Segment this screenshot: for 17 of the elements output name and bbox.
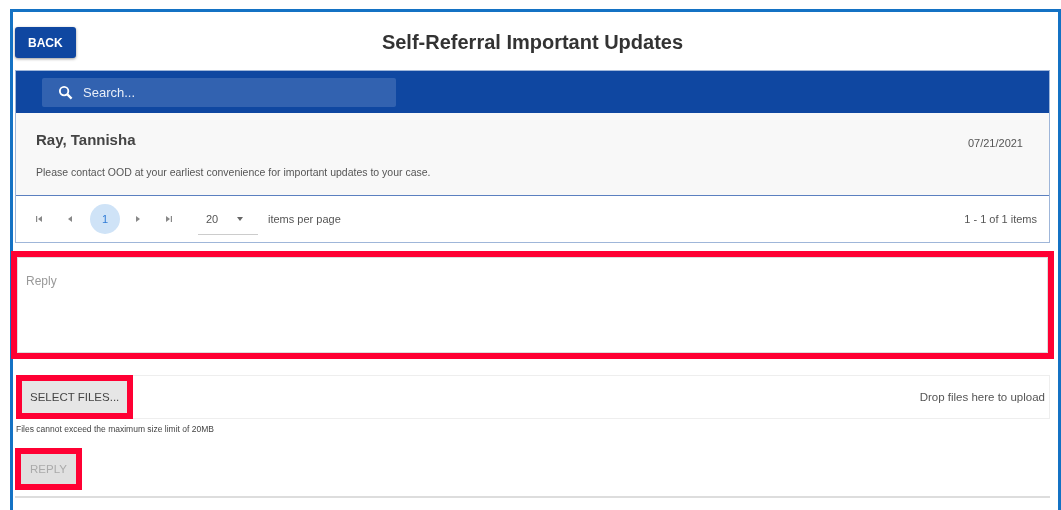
caret-icon — [236, 215, 245, 222]
file-size-note: Files cannot exceed the maximum size limit of 20MB — [16, 424, 215, 434]
page-size-dropdown[interactable]: 20 — [198, 209, 258, 235]
select-files-button[interactable]: SELECT FILES... — [22, 381, 128, 413]
back-button[interactable]: BACK — [15, 27, 76, 58]
page-title: Self-Referral Important Updates — [381, 30, 684, 53]
page-size-label: items per page — [268, 213, 341, 225]
message-item[interactable]: Ray, Tannisha 07/21/2021 Please contact OOD at your earliest convenience for important updates to your case. — [16, 113, 1049, 196]
upload-zone[interactable]: SELECT FILES... Drop files here to upload — [17, 375, 1050, 419]
message-date: 07/21/2021 — [967, 137, 1023, 149]
reply-field[interactable]: Reply — [17, 257, 1048, 353]
search-field[interactable]: Search... — [42, 77, 396, 107]
message-sender: Ray, Tannisha — [36, 131, 136, 148]
message-body: Please contact OOD at your earliest convenience for important updates to your case. — [36, 166, 431, 178]
drop-hint: Drop files here to upload — [919, 391, 1045, 403]
pager-summary: 1 - 1 of 1 items — [964, 213, 1037, 225]
search-icon — [58, 84, 73, 100]
